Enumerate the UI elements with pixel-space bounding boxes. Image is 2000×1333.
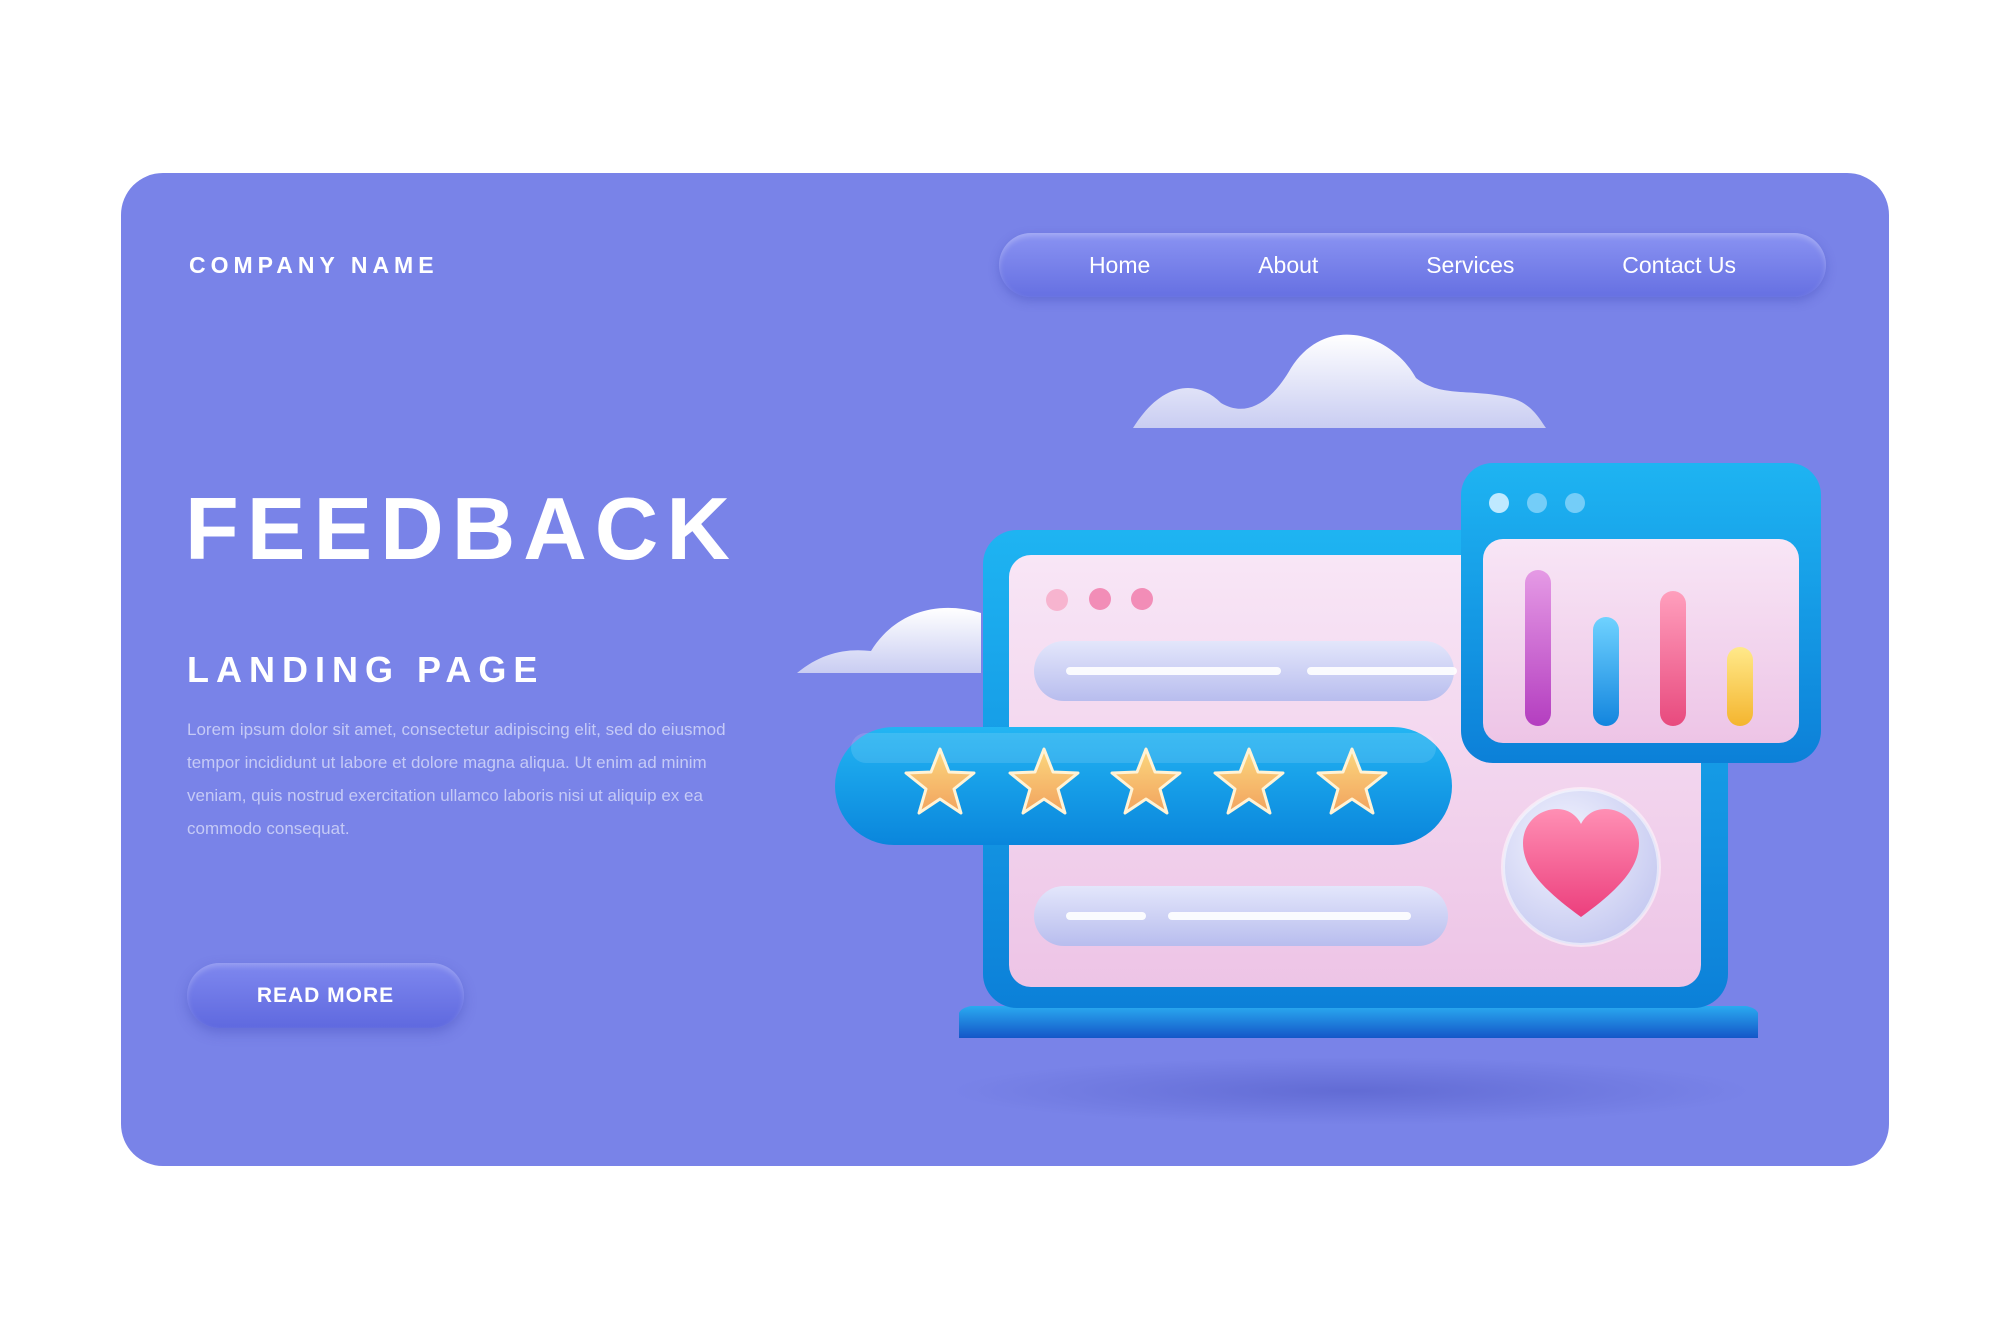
window-dot bbox=[1089, 588, 1111, 610]
star-icon bbox=[1110, 747, 1182, 815]
ground-shadow bbox=[951, 1057, 1751, 1125]
main-window-frame bbox=[983, 530, 1728, 1008]
nav-home[interactable]: Home bbox=[1089, 252, 1150, 279]
star-icon bbox=[904, 747, 976, 815]
nav-contact-us[interactable]: Contact Us bbox=[1622, 252, 1736, 279]
nav-about[interactable]: About bbox=[1258, 252, 1318, 279]
window-dot bbox=[1131, 588, 1153, 610]
hero-subtitle: LANDING PAGE bbox=[187, 649, 545, 690]
window-dot bbox=[1489, 493, 1509, 513]
main-window-panel bbox=[1009, 555, 1701, 987]
text-line-pill bbox=[1034, 641, 1454, 701]
heart-badge bbox=[1503, 789, 1659, 945]
chart-window-panel bbox=[1483, 539, 1799, 743]
cloud-icon bbox=[797, 607, 981, 673]
nav-services[interactable]: Services bbox=[1426, 252, 1514, 279]
cloud-icon bbox=[1133, 334, 1546, 428]
star-icon bbox=[1316, 747, 1388, 815]
company-name: COMPANY NAME bbox=[189, 252, 439, 278]
chart-window-frame bbox=[1461, 463, 1821, 763]
window-dot bbox=[1527, 493, 1547, 513]
bar-chart-icon bbox=[1525, 570, 1753, 726]
star-rating-bar bbox=[835, 727, 1452, 845]
top-nav: Home About Services Contact Us bbox=[999, 233, 1826, 297]
star-icon bbox=[1008, 747, 1080, 815]
star-icon bbox=[1213, 747, 1285, 815]
laptop-base bbox=[959, 1006, 1758, 1038]
hero-body-text: Lorem ipsum dolor sit amet, consectetur … bbox=[187, 720, 726, 838]
text-line-pill bbox=[1034, 886, 1448, 946]
read-more-button[interactable]: READ MORE bbox=[187, 963, 464, 1028]
window-dot bbox=[1046, 589, 1068, 611]
heart-icon bbox=[1523, 809, 1639, 917]
hero-title: FEEDBACK bbox=[185, 479, 738, 578]
hero-card: COMPANY NAME Home About Services Contact… bbox=[121, 173, 1889, 1166]
star-rating bbox=[904, 747, 1388, 815]
window-dot bbox=[1565, 493, 1585, 513]
